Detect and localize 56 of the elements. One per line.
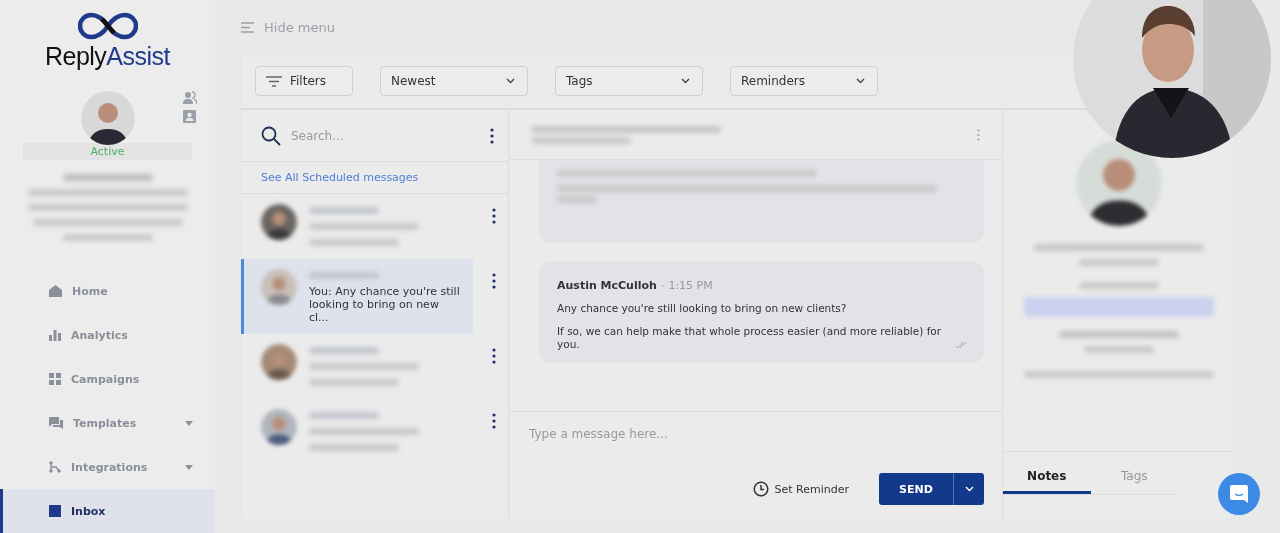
logo-text: ReplyAssist: [44, 42, 171, 71]
blurred-name: [309, 207, 379, 214]
sort-dropdown[interactable]: Newest: [380, 66, 528, 96]
contact-avatar: [261, 344, 297, 380]
more-icon[interactable]: [492, 348, 496, 364]
sender-name: Austin McCulloh: [557, 279, 657, 292]
infinity-logo-icon: [77, 12, 138, 40]
sort-dropdown[interactable]: Reminders: [730, 66, 878, 96]
chevron-down-icon: [964, 486, 974, 492]
contact-avatar: [261, 269, 297, 305]
search-field[interactable]: Search...: [289, 127, 482, 144]
message-text: If so, we can help make that whole process easier (and more reliable) for you.: [557, 325, 943, 351]
users-icon[interactable]: [183, 91, 197, 104]
branch-icon: [49, 461, 61, 473]
chat-widget-button[interactable]: [1218, 473, 1260, 515]
contact-avatar: [261, 204, 297, 240]
sort-dropdown[interactable]: Tags: [555, 66, 703, 96]
more-icon[interactable]: [492, 208, 496, 224]
more-icon[interactable]: [492, 413, 496, 429]
message-field[interactable]: Type a message here...: [527, 426, 984, 442]
filters-button[interactable]: Filters: [255, 66, 353, 96]
separator-dot: ·: [660, 279, 665, 292]
status-label: Active: [23, 143, 192, 160]
message-time: 1:15 PM: [668, 279, 713, 292]
message-preview: You: Any chance you're still looking to bring on new cl...: [309, 285, 461, 324]
blurred-message: [557, 196, 597, 203]
bar-chart-icon: [49, 329, 61, 341]
send-button[interactable]: SEND: [879, 473, 953, 505]
conversation-item[interactable]: You: Any chance you're still looking to bring on new cl...: [241, 259, 473, 334]
nav-item[interactable]: Inbox: [0, 489, 215, 533]
set-reminder-button[interactable]: Set Reminder: [746, 480, 855, 498]
more-icon[interactable]: [490, 127, 494, 144]
blurred-contact-detail: [1083, 346, 1154, 353]
blurred-name: [309, 272, 379, 279]
contact-card-icon[interactable]: [183, 110, 196, 123]
blurred-name: [309, 347, 379, 354]
clock-icon: [752, 481, 769, 497]
send-options-button[interactable]: [953, 473, 984, 505]
chevron-down-icon: [856, 78, 865, 84]
avatar: [80, 91, 135, 145]
search-icon: [261, 125, 281, 146]
contact-avatar: [261, 409, 297, 445]
more-icon[interactable]: [492, 273, 496, 289]
details-tab[interactable]: Notes: [1003, 460, 1091, 494]
chat-bubbles-icon: [49, 417, 63, 429]
chevron-down-icon: [681, 78, 690, 84]
menu-icon: [241, 21, 254, 33]
blurred-name: [309, 412, 379, 419]
message-text: Any chance you're still looking to bring on new clients?: [557, 302, 848, 315]
chat-icon: [1230, 485, 1248, 503]
home-icon: [49, 285, 62, 297]
chevron-down-icon: [506, 78, 515, 84]
double-check-icon: [956, 342, 968, 349]
inbox-icon: [49, 505, 61, 517]
grid-icon: [49, 373, 61, 385]
filter-icon: [266, 75, 282, 87]
